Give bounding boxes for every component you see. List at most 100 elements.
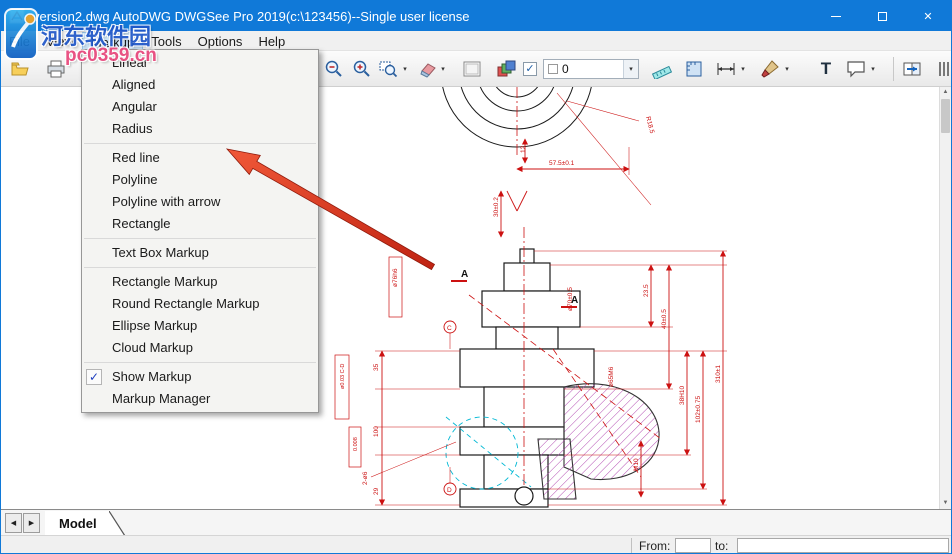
menu-item-red-line[interactable]: Red line [82, 147, 318, 169]
layer-value: 0 [562, 62, 569, 76]
menu-item-aligned[interactable]: Aligned [82, 74, 318, 96]
printer-icon [47, 60, 65, 78]
menu-item-cloud-markup[interactable]: Cloud Markup [82, 337, 318, 359]
text-button[interactable]: T [813, 56, 839, 82]
menu-bar: File View Markup Tools Options Help [1, 31, 951, 51]
to-field[interactable] [737, 538, 949, 553]
frame-icon [463, 61, 481, 77]
svg-text:102±0.75: 102±0.75 [695, 396, 702, 423]
zoom-out-button[interactable] [321, 56, 347, 82]
menu-item-rectangle-markup[interactable]: Rectangle Markup [82, 271, 318, 293]
svg-text:0.008: 0.008 [353, 437, 359, 451]
dimension-button[interactable] [713, 56, 739, 82]
eraser-icon [420, 63, 436, 78]
svg-text:C: C [447, 325, 452, 332]
layer-color-swatch [548, 64, 558, 74]
svg-text:23.5: 23.5 [643, 284, 650, 297]
statusbar-separator [631, 538, 632, 553]
brush-icon [761, 60, 779, 78]
layers-icon [497, 60, 516, 77]
arrow-right-icon: ▶ [28, 520, 35, 527]
maximize-button[interactable] [859, 1, 905, 31]
menu-item-rectangle[interactable]: Rectangle [82, 213, 318, 235]
print-button[interactable] [43, 56, 69, 82]
menu-item-polyline[interactable]: Polyline [82, 169, 318, 191]
layer-checkbox[interactable]: ✓ [523, 62, 537, 76]
close-icon: ✕ [923, 10, 933, 23]
measure-distance-button[interactable] [649, 56, 675, 82]
zoom-in-button[interactable] [349, 56, 375, 82]
menu-file[interactable]: File [1, 32, 38, 50]
menu-item-polyline-with-arrow[interactable]: Polyline with arrow [82, 191, 318, 213]
to-label: to: [715, 539, 729, 553]
chevron-down-icon: ▾ [741, 66, 745, 73]
ruler-icon [652, 65, 672, 79]
tab-slant-edge [109, 511, 126, 536]
zoom-dropdown-button[interactable]: ▾ [399, 60, 411, 78]
comment-button[interactable] [843, 56, 869, 82]
menu-item-show-markup[interactable]: ✓ Show Markup [82, 366, 318, 388]
publish-button[interactable] [899, 56, 925, 82]
chevron-down-icon: ▾ [871, 66, 875, 73]
tab-next-button[interactable]: ▶ [23, 513, 40, 533]
svg-text:57.5±0.1: 57.5±0.1 [549, 160, 575, 167]
menu-separator [84, 267, 316, 268]
app-window: version2.dwg AutoDWG DWGSee Pro 2019(c:\… [0, 0, 952, 554]
menu-item-ellipse-markup[interactable]: Ellipse Markup [82, 315, 318, 337]
scroll-down-icon[interactable]: ▼ [940, 498, 951, 509]
scroll-up-icon[interactable]: ▲ [940, 87, 951, 98]
menu-view[interactable]: View [38, 32, 82, 50]
layer-dropdown-button[interactable]: ▾ [623, 60, 638, 78]
brush-button[interactable] [757, 56, 783, 82]
vertical-lines-icon [939, 62, 949, 76]
title-bar: version2.dwg AutoDWG DWGSee Pro 2019(c:\… [1, 1, 951, 31]
chevron-down-icon: ▾ [629, 66, 633, 73]
menu-item-markup-manager[interactable]: Markup Manager [82, 388, 318, 410]
open-file-button[interactable] [7, 56, 33, 82]
zoom-out-icon [325, 60, 342, 77]
zoom-window-button[interactable] [375, 56, 401, 82]
brush-dropdown-button[interactable]: ▾ [781, 60, 793, 78]
measure-area-button[interactable] [681, 56, 707, 82]
svg-text:R18.5: R18.5 [644, 116, 655, 135]
layout-lines-button[interactable] [933, 56, 951, 82]
vertical-scrollbar[interactable]: ▲ ▼ [939, 87, 951, 509]
minimize-button[interactable] [813, 1, 859, 31]
menu-markup[interactable]: Markup [81, 31, 144, 50]
window-title: version2.dwg AutoDWG DWGSee Pro 2019(c:\… [33, 8, 470, 24]
comment-dropdown-button[interactable]: ▾ [867, 60, 879, 78]
svg-text:M10: M10 [633, 458, 640, 471]
layout-tab-bar: ◀ ▶ Model [1, 509, 951, 536]
from-field[interactable] [675, 538, 711, 553]
menu-item-text-box-markup[interactable]: Text Box Markup [82, 242, 318, 264]
text-tool-icon: T [820, 59, 832, 78]
svg-text:2-ø6: 2-ø6 [362, 471, 369, 485]
menu-item-radius[interactable]: Radius [82, 118, 318, 140]
chevron-down-icon: ▾ [403, 66, 407, 73]
close-button[interactable]: ✕ [905, 1, 951, 31]
layers-button[interactable] [493, 56, 519, 82]
checkmark-icon: ✓ [86, 369, 102, 385]
svg-text:100: 100 [373, 426, 380, 437]
zoom-window-icon [379, 61, 398, 78]
menu-help[interactable]: Help [250, 32, 293, 50]
svg-text:A: A [571, 295, 578, 306]
svg-text:40±0.5: 40±0.5 [661, 309, 668, 329]
menu-item-angular[interactable]: Angular [82, 96, 318, 118]
svg-text:30±0.2: 30±0.2 [493, 197, 500, 217]
tab-prev-button[interactable]: ◀ [5, 513, 22, 533]
menu-tools[interactable]: Tools [143, 32, 189, 50]
menu-item-linear[interactable]: Linear [82, 52, 318, 74]
toolbar-separator [893, 57, 894, 81]
background-button[interactable] [459, 56, 485, 82]
menu-options[interactable]: Options [190, 32, 251, 50]
eraser-dropdown-button[interactable]: ▾ [437, 60, 449, 78]
dimension-dropdown-button[interactable]: ▾ [737, 60, 749, 78]
layer-select[interactable]: 0 ▾ [543, 59, 639, 79]
app-icon [9, 8, 25, 24]
menu-item-round-rectangle-markup[interactable]: Round Rectangle Markup [82, 293, 318, 315]
tab-model[interactable]: Model [45, 511, 111, 536]
scrollbar-thumb[interactable] [941, 99, 950, 133]
from-label: From: [639, 539, 671, 553]
menu-separator [84, 143, 316, 144]
